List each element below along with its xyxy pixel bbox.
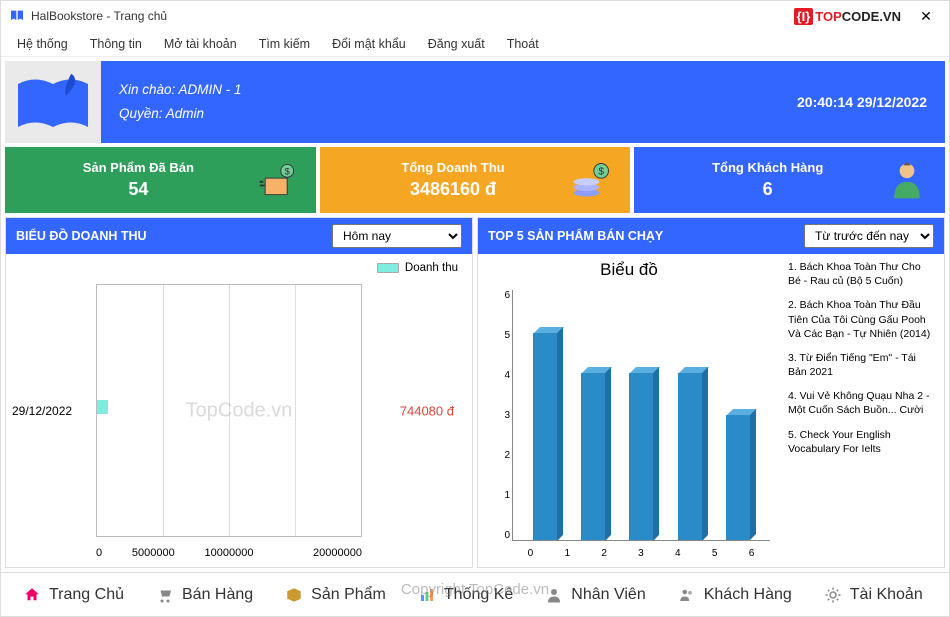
titlebar: HalBookstore - Trang chủ {I}TOPCODE.VN ✕ bbox=[1, 1, 949, 31]
bar-4 bbox=[678, 373, 702, 541]
chart-icon bbox=[418, 586, 436, 604]
svg-text:$: $ bbox=[284, 167, 289, 177]
top-range-select[interactable]: Từ trước đến nay bbox=[804, 224, 934, 248]
menu-change-password[interactable]: Đổi mật khẩu bbox=[322, 34, 416, 54]
top-panel-title: TOP 5 SẢN PHẨM BÁN CHẠY bbox=[488, 229, 796, 243]
close-button[interactable]: ✕ bbox=[911, 8, 941, 25]
top-x-axis: 0123456 bbox=[512, 548, 770, 559]
menu-logout[interactable]: Đăng xuất bbox=[418, 34, 495, 54]
package-icon: $ bbox=[256, 158, 300, 202]
card-customers: Tổng Khách Hàng 6 bbox=[634, 147, 945, 213]
card-revenue: Tổng Doanh Thu 3486160 đ $ bbox=[320, 147, 631, 213]
card-customers-label: Tổng Khách Hàng bbox=[650, 160, 885, 175]
tab-products[interactable]: Sản Phẩm bbox=[271, 580, 400, 610]
box-icon bbox=[285, 586, 303, 604]
header-info: Xin chào: ADMIN - 1 Quyền: Admin bbox=[101, 78, 797, 127]
tab-staff[interactable]: Nhân Viên bbox=[531, 580, 659, 610]
revenue-range-select[interactable]: Hôm nay bbox=[332, 224, 462, 248]
top-y-axis: 6543210 bbox=[492, 290, 510, 541]
revenue-panel-title: BIỂU ĐỒ DOANH THU bbox=[16, 229, 324, 243]
app-icon bbox=[9, 8, 25, 24]
list-item: 3. Từ Điển Tiếng "Em" - Tái Bản 2021 bbox=[788, 351, 936, 379]
top-bars bbox=[512, 290, 770, 541]
top-products-list: 1. Bách Khoa Toàn Thư Cho Bé - Rau củ (B… bbox=[780, 254, 944, 567]
home-icon bbox=[23, 586, 41, 604]
list-item: 5. Check Your English Vocabulary For Iel… bbox=[788, 428, 936, 456]
bottom-nav: Trang Chủ Bán Hàng Sản Phẩm Thống Kê Nhâ… bbox=[1, 572, 949, 616]
card-customers-value: 6 bbox=[650, 179, 885, 200]
revenue-bar bbox=[97, 400, 108, 414]
role-text: Quyền: Admin bbox=[119, 102, 797, 126]
revenue-legend: Doanh thu bbox=[377, 262, 458, 274]
card-sold-label: Sản Phẩm Đã Bán bbox=[21, 160, 256, 175]
datetime-text: 20:40:14 29/12/2022 bbox=[797, 94, 945, 110]
greeting-text: Xin chào: ADMIN - 1 bbox=[119, 78, 797, 102]
list-item: 1. Bách Khoa Toàn Thư Cho Bé - Rau củ (B… bbox=[788, 260, 936, 288]
money-stack-icon: $ bbox=[570, 158, 614, 202]
menubar: Hệ thống Thông tin Mở tài khoản Tìm kiếm… bbox=[1, 31, 949, 57]
card-sold: Sản Phẩm Đã Bán 54 $ bbox=[5, 147, 316, 213]
cart-icon bbox=[156, 586, 174, 604]
list-item: 4. Vui Vẻ Không Quạu Nha 2 - Một Cuốn Sá… bbox=[788, 389, 936, 417]
menu-search[interactable]: Tìm kiếm bbox=[249, 34, 320, 54]
top-products-panel: TOP 5 SẢN PHẨM BÁN CHẠY Từ trước đến nay… bbox=[477, 217, 945, 568]
window-title: HalBookstore - Trang chủ bbox=[31, 9, 794, 23]
revenue-panel: BIỂU ĐỒ DOANH THU Hôm nay Doanh thu 29/1… bbox=[5, 217, 473, 568]
header-banner: Xin chào: ADMIN - 1 Quyền: Admin 20:40:1… bbox=[5, 61, 945, 143]
bar-3 bbox=[629, 373, 653, 541]
card-sold-value: 54 bbox=[21, 179, 256, 200]
menu-exit[interactable]: Thoát bbox=[497, 34, 549, 54]
gear-icon bbox=[824, 586, 842, 604]
tab-accounts[interactable]: Tài Khoản bbox=[810, 580, 937, 610]
top-chart: Biểu đồ 6543210 bbox=[478, 254, 780, 567]
revenue-chart: Doanh thu 29/12/2022 744080 đ 0 5000000 … bbox=[6, 254, 472, 567]
revenue-y-label: 29/12/2022 bbox=[12, 404, 72, 418]
tab-customers[interactable]: Khách Hàng bbox=[664, 580, 806, 610]
staff-icon bbox=[545, 586, 563, 604]
panels-row: BIỂU ĐỒ DOANH THU Hôm nay Doanh thu 29/1… bbox=[5, 217, 945, 568]
bar-2 bbox=[581, 373, 605, 541]
revenue-plot-area bbox=[96, 284, 362, 537]
bar-5 bbox=[726, 415, 750, 540]
tab-home[interactable]: Trang Chủ bbox=[9, 580, 138, 610]
menu-system[interactable]: Hệ thống bbox=[7, 34, 78, 54]
card-revenue-value: 3486160 đ bbox=[336, 179, 571, 200]
legend-swatch bbox=[377, 263, 399, 273]
revenue-x-axis: 0 5000000 10000000 20000000 bbox=[96, 547, 362, 559]
book-logo bbox=[5, 61, 101, 143]
customers-icon bbox=[678, 586, 696, 604]
revenue-value-label: 744080 đ bbox=[400, 403, 454, 418]
user-icon bbox=[885, 158, 929, 202]
tab-stats[interactable]: Thống Kê bbox=[404, 580, 527, 610]
stat-cards: Sản Phẩm Đã Bán 54 $ Tổng Doanh Thu 3486… bbox=[5, 147, 945, 213]
list-item: 2. Bách Khoa Toàn Thư Đầu Tiên Của Tôi C… bbox=[788, 298, 936, 341]
menu-info[interactable]: Thông tin bbox=[80, 34, 152, 54]
svg-text:$: $ bbox=[599, 167, 605, 178]
bar-1 bbox=[533, 333, 557, 541]
top-chart-title: Biểu đồ bbox=[478, 254, 780, 286]
brand-logo: {I}TOPCODE.VN bbox=[794, 9, 901, 24]
menu-open-account[interactable]: Mở tài khoản bbox=[154, 34, 247, 54]
tab-sales[interactable]: Bán Hàng bbox=[142, 580, 267, 610]
card-revenue-label: Tổng Doanh Thu bbox=[336, 160, 571, 175]
